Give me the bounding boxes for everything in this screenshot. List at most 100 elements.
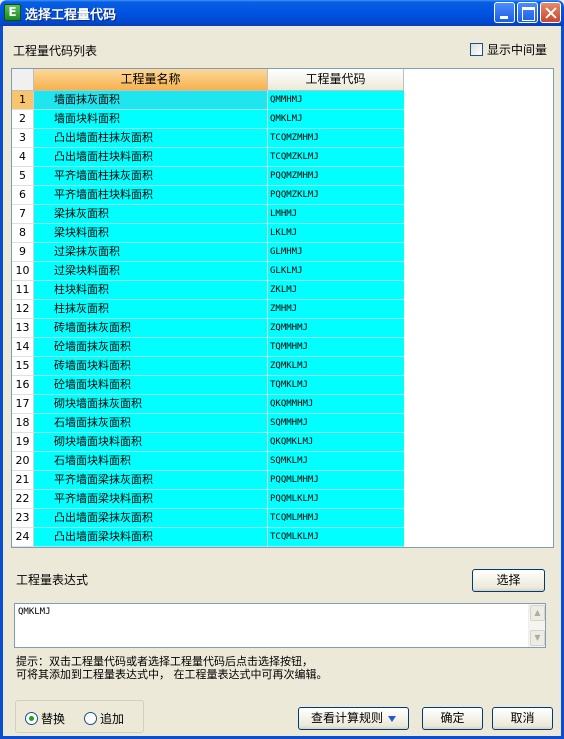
table-row[interactable]: 12 柱抹灰面积 ZMHMJ — [12, 300, 404, 319]
table-row[interactable]: 21 平齐墙面梁抹灰面积 PQQMLMHMJ — [12, 471, 404, 490]
table-row[interactable]: 4 凸出墙面柱块料面积 TCQMZKLMJ — [12, 148, 404, 167]
row-number[interactable]: 2 — [12, 110, 34, 129]
cell-name[interactable]: 石墙面抹灰面积 — [34, 414, 268, 433]
row-number[interactable]: 10 — [12, 262, 34, 281]
row-number[interactable]: 22 — [12, 490, 34, 509]
row-number[interactable]: 3 — [12, 129, 34, 148]
table-row[interactable]: 6 平齐墙面柱块料面积 PQQMZKLMJ — [12, 186, 404, 205]
cell-code[interactable]: TQMMHMJ — [268, 338, 404, 357]
view-rules-button[interactable]: 查看计算规则 — [298, 707, 409, 730]
cell-code[interactable]: GLKLMJ — [268, 262, 404, 281]
table-row[interactable]: 20 石墙面块料面积 SQMKLMJ — [12, 452, 404, 471]
radio-append-circle[interactable] — [84, 711, 97, 725]
radio-replace[interactable]: 替换 — [25, 711, 65, 726]
table-row[interactable]: 19 砌块墙面块料面积 QKQMKLMJ — [12, 433, 404, 452]
cell-code[interactable]: PQQMLKLMJ — [268, 490, 404, 509]
minimize-button[interactable] — [494, 2, 515, 23]
cell-code[interactable]: SQMMHMJ — [268, 414, 404, 433]
expression-textarea[interactable]: QMKLMJ ▲ ▼ — [14, 603, 546, 648]
row-number[interactable]: 13 — [12, 319, 34, 338]
expression-value[interactable]: QMKLMJ — [18, 607, 51, 617]
row-number[interactable]: 20 — [12, 452, 34, 471]
table-row[interactable]: 8 梁块料面积 LKLMJ — [12, 224, 404, 243]
cell-name[interactable]: 石墙面块料面积 — [34, 452, 268, 471]
row-number[interactable]: 15 — [12, 357, 34, 376]
row-number[interactable]: 5 — [12, 167, 34, 186]
cell-code[interactable]: TQMKLMJ — [268, 376, 404, 395]
table-row[interactable]: 14 砼墙面抹灰面积 TQMMHMJ — [12, 338, 404, 357]
cell-name[interactable]: 柱块料面积 — [34, 281, 268, 300]
row-number[interactable]: 8 — [12, 224, 34, 243]
vertical-scrollbar[interactable]: ▲ ▼ — [528, 604, 545, 647]
show-intermediate-checkbox[interactable]: 显示中间量 — [470, 41, 547, 57]
table-row[interactable]: 9 过梁抹灰面积 GLMHMJ — [12, 243, 404, 262]
table-row[interactable]: 5 平齐墙面柱抹灰面积 PQQMZMHMJ — [12, 167, 404, 186]
cell-name[interactable]: 砼墙面块料面积 — [34, 376, 268, 395]
row-number[interactable]: 6 — [12, 186, 34, 205]
cell-code[interactable]: QKQMMHMJ — [268, 395, 404, 414]
cell-name[interactable]: 砖墙面块料面积 — [34, 357, 268, 376]
cell-name[interactable]: 凸出墙面柱抹灰面积 — [34, 129, 268, 148]
cell-name[interactable]: 平齐墙面柱块料面积 — [34, 186, 268, 205]
table-row[interactable]: 10 过梁块料面积 GLKLMJ — [12, 262, 404, 281]
close-button[interactable] — [540, 2, 561, 23]
ok-button[interactable]: 确定 — [422, 707, 483, 730]
cell-code[interactable]: SQMKLMJ — [268, 452, 404, 471]
scroll-up-icon[interactable]: ▲ — [530, 605, 545, 621]
cell-code[interactable]: PQQMZMHMJ — [268, 167, 404, 186]
column-header-name[interactable]: 工程量名称 — [34, 69, 268, 91]
cell-code[interactable]: TCQMLKLMJ — [268, 528, 404, 547]
cell-name[interactable]: 砖墙面抹灰面积 — [34, 319, 268, 338]
cell-name[interactable]: 梁块料面积 — [34, 224, 268, 243]
select-button[interactable]: 选择 — [472, 569, 545, 592]
cancel-button[interactable]: 取消 — [492, 707, 553, 730]
scroll-down-icon[interactable]: ▼ — [530, 630, 545, 646]
cell-name[interactable]: 砌块墙面抹灰面积 — [34, 395, 268, 414]
cell-name[interactable]: 墙面块料面积 — [34, 110, 268, 129]
row-number[interactable]: 17 — [12, 395, 34, 414]
cell-code[interactable]: QMMHMJ — [268, 91, 404, 110]
row-number[interactable]: 9 — [12, 243, 34, 262]
row-number[interactable]: 12 — [12, 300, 34, 319]
cell-name[interactable]: 平齐墙面梁抹灰面积 — [34, 471, 268, 490]
row-number[interactable]: 24 — [12, 528, 34, 547]
row-number[interactable]: 18 — [12, 414, 34, 433]
table-row[interactable]: 11 柱块料面积 ZKLMJ — [12, 281, 404, 300]
row-number[interactable]: 21 — [12, 471, 34, 490]
table-row[interactable]: 13 砖墙面抹灰面积 ZQMMHMJ — [12, 319, 404, 338]
cell-name[interactable]: 过梁块料面积 — [34, 262, 268, 281]
maximize-button[interactable] — [517, 2, 538, 23]
row-number[interactable]: 7 — [12, 205, 34, 224]
cell-code[interactable]: ZQMKLMJ — [268, 357, 404, 376]
cell-code[interactable]: GLMHMJ — [268, 243, 404, 262]
cell-name[interactable]: 墙面抹灰面积 — [34, 91, 268, 110]
table-row[interactable]: 17 砌块墙面抹灰面积 QKQMMHMJ — [12, 395, 404, 414]
cell-name[interactable]: 砼墙面抹灰面积 — [34, 338, 268, 357]
cell-name[interactable]: 过梁抹灰面积 — [34, 243, 268, 262]
cell-code[interactable]: ZKLMJ — [268, 281, 404, 300]
cell-name[interactable]: 砌块墙面块料面积 — [34, 433, 268, 452]
table-row[interactable]: 15 砖墙面块料面积 ZQMKLMJ — [12, 357, 404, 376]
row-number[interactable]: 11 — [12, 281, 34, 300]
cell-code[interactable]: LMHMJ — [268, 205, 404, 224]
table-row[interactable]: 18 石墙面抹灰面积 SQMMHMJ — [12, 414, 404, 433]
cell-name[interactable]: 平齐墙面柱抹灰面积 — [34, 167, 268, 186]
row-number[interactable]: 1 — [12, 91, 34, 110]
table-row[interactable]: 23 凸出墙面梁抹灰面积 TCQMLMHMJ — [12, 509, 404, 528]
row-number[interactable]: 14 — [12, 338, 34, 357]
radio-append[interactable]: 追加 — [84, 711, 124, 726]
row-number[interactable]: 19 — [12, 433, 34, 452]
radio-replace-circle[interactable] — [25, 711, 38, 725]
cell-code[interactable]: PQQMZKLMJ — [268, 186, 404, 205]
cell-code[interactable]: QKQMKLMJ — [268, 433, 404, 452]
cell-code[interactable]: TCQMLMHMJ — [268, 509, 404, 528]
cell-name[interactable]: 梁抹灰面积 — [34, 205, 268, 224]
cell-name[interactable]: 凸出墙面柱块料面积 — [34, 148, 268, 167]
cell-name[interactable]: 柱抹灰面积 — [34, 300, 268, 319]
row-number[interactable]: 23 — [12, 509, 34, 528]
row-number[interactable]: 4 — [12, 148, 34, 167]
table-row[interactable]: 3 凸出墙面柱抹灰面积 TCQMZMHMJ — [12, 129, 404, 148]
cell-code[interactable]: ZQMMHMJ — [268, 319, 404, 338]
cell-code[interactable]: PQQMLMHMJ — [268, 471, 404, 490]
checkbox-box[interactable] — [470, 42, 483, 56]
